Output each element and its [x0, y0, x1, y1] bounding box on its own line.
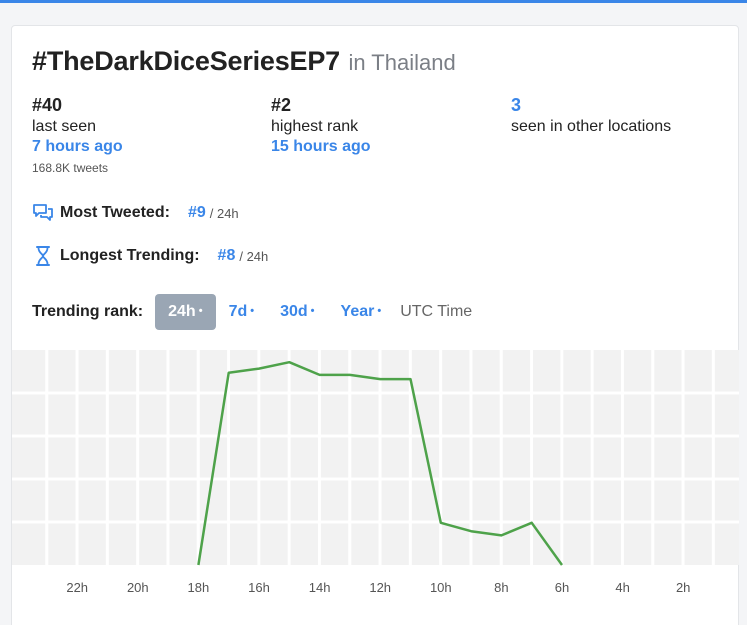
- tab-year-label: Year: [340, 303, 375, 320]
- most-tweeted-label: Most Tweeted:: [60, 204, 170, 221]
- trending-rank-chart-svg: 22h 20h 18h 16h 14h 12h 10h 8h 6h 4h 2h: [12, 350, 739, 595]
- last-seen-rank: #40: [32, 95, 63, 115]
- highest-rank-value: #2: [271, 95, 292, 115]
- top-accent-bar: [0, 0, 747, 3]
- trending-rank-controls: Trending rank: 24h • 7d • 30d • Year • UTC T…: [32, 294, 472, 330]
- x-tick-label: 16h: [248, 580, 270, 595]
- x-tick-label: 12h: [369, 580, 391, 595]
- trending-rank-chart: 22h 20h 18h 16h 14h 12h 10h 8h 6h 4h 2h: [12, 350, 739, 610]
- x-tick-label: 20h: [127, 580, 149, 595]
- tab-7d-label: 7d: [228, 303, 248, 320]
- last-seen-label: last seen: [32, 118, 97, 135]
- stat-highest-rank: #2 highest rank 15 hours ago: [271, 94, 371, 157]
- chat-bubbles-icon: [32, 202, 54, 224]
- hourglass-icon: [32, 245, 54, 267]
- tab-year-dot: •: [377, 305, 382, 317]
- tab-7d[interactable]: 7d •: [216, 294, 268, 330]
- other-locations-label: seen in other locations: [511, 118, 672, 135]
- x-tick-label: 22h: [66, 580, 88, 595]
- tab-24h-label: 24h: [168, 303, 196, 320]
- plot-background: [12, 350, 739, 565]
- utc-time-toggle[interactable]: UTC Time: [400, 303, 472, 321]
- highest-rank-label: highest rank: [271, 118, 359, 135]
- tab-30d-label: 30d: [280, 303, 308, 320]
- longest-trending-label: Longest Trending:: [60, 247, 200, 264]
- tweet-count: 168.8K tweets: [32, 161, 109, 175]
- longest-trending-row: Longest Trending: #8 / 24h: [32, 245, 268, 267]
- longest-trending-rank[interactable]: #8: [218, 247, 236, 265]
- most-tweeted-rank[interactable]: #9: [188, 204, 206, 222]
- x-tick-label: 10h: [430, 580, 452, 595]
- tab-year[interactable]: Year •: [328, 294, 395, 330]
- x-tick-label: 6h: [555, 580, 569, 595]
- tab-24h[interactable]: 24h •: [155, 294, 216, 330]
- tab-24h-dot: •: [198, 305, 203, 317]
- tab-30d[interactable]: 30d •: [267, 294, 327, 330]
- stat-last-seen: #40 last seen 7 hours ago 168.8K tweets: [32, 94, 123, 177]
- x-tick-label: 18h: [188, 580, 210, 595]
- most-tweeted-row: Most Tweeted: #9 / 24h: [32, 202, 239, 224]
- most-tweeted-period: / 24h: [209, 205, 239, 221]
- location-label: in Thailand: [348, 50, 456, 75]
- trend-card: #TheDarkDiceSeriesEP7 in Thailand #40 la…: [11, 25, 739, 625]
- other-locations-count[interactable]: 3: [511, 94, 671, 116]
- hashtag-title[interactable]: #TheDarkDiceSeriesEP7: [32, 46, 340, 76]
- tab-30d-dot: •: [310, 305, 315, 317]
- trending-rank-label: Trending rank:: [32, 303, 144, 320]
- x-tick-label: 8h: [494, 580, 508, 595]
- stat-other-locations: 3 seen in other locations: [511, 94, 671, 137]
- tab-7d-dot: •: [250, 305, 255, 317]
- x-tick-label: 4h: [615, 580, 629, 595]
- last-seen-ago[interactable]: 7 hours ago: [32, 137, 123, 157]
- longest-trending-period: / 24h: [239, 248, 269, 264]
- highest-rank-ago[interactable]: 15 hours ago: [271, 137, 371, 157]
- x-tick-label: 14h: [309, 580, 331, 595]
- x-tick-label: 2h: [676, 580, 690, 595]
- title-row: #TheDarkDiceSeriesEP7 in Thailand: [32, 46, 456, 77]
